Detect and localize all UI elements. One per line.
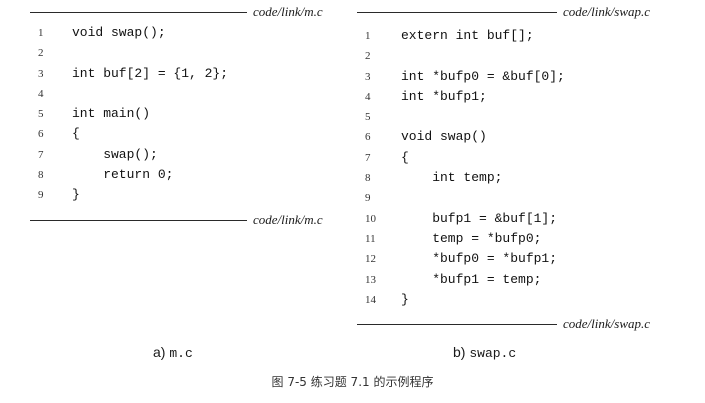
left-top-rule — [30, 12, 247, 13]
code-line: 7{ — [365, 148, 695, 168]
code-text: int buf[2] = {1, 2}; — [72, 65, 229, 81]
code-line: 1 extern int buf[]; — [365, 26, 695, 46]
code-line: 7 swap(); — [38, 145, 338, 165]
code-line: 4 int *bufp1; — [365, 87, 695, 107]
code-line: 8 return 0; — [38, 165, 338, 185]
left-subcaption-prefix: a) — [153, 344, 166, 360]
code-text: int main() — [72, 106, 151, 122]
figure-caption: 图 7-5 练习题 7.1 的示例程序 — [271, 375, 434, 389]
code-line: 14} — [365, 290, 695, 310]
left-subcaption-file: m.c — [169, 346, 193, 361]
code-line: 13 *bufp1 = temp; — [365, 270, 695, 290]
code-text: int *bufp1; — [401, 88, 487, 104]
code-line: 10 bufp1 = &buf[1]; — [365, 209, 695, 229]
line-number: 4 — [38, 87, 44, 100]
code-line: 2 — [365, 46, 695, 66]
line-number: 9 — [365, 192, 371, 205]
code-line: 9} — [38, 185, 338, 205]
code-text: { — [72, 126, 80, 142]
right-top-rule — [357, 12, 557, 13]
line-number: 2 — [38, 47, 44, 60]
code-text: *bufp0 = *bufp1; — [401, 251, 558, 267]
code-text: int temp; — [401, 170, 503, 186]
code-line: 2 — [38, 43, 338, 63]
line-number: 5 — [365, 111, 371, 124]
left-bottom-rule — [30, 220, 247, 221]
right-filename-bottom: code/link/swap.c — [563, 316, 651, 331]
code-text: extern int buf[]; — [401, 28, 534, 43]
code-text: bufp1 = &buf[1]; — [401, 210, 558, 226]
line-number: 5 — [38, 108, 44, 121]
left-code-block: 1 void swap(); 2 3 int buf[2] = {1, 2}; 4 … — [38, 23, 338, 206]
code-text: } — [72, 187, 80, 203]
code-line: 9 — [365, 188, 695, 208]
right-code-block: 1 extern int buf[]; 2 3 int *bufp0 = &buf[… — [365, 26, 695, 310]
code-line: 5 int main() — [38, 104, 338, 124]
line-number: 14 — [365, 293, 376, 306]
code-text: { — [401, 149, 409, 165]
line-number: 6 — [38, 128, 44, 141]
line-number: 2 — [365, 50, 371, 63]
line-number: 7 — [38, 148, 44, 161]
code-line: 5 — [365, 107, 695, 127]
code-text: temp = *bufp0; — [401, 230, 542, 246]
code-line: 4 — [38, 84, 338, 104]
line-number: 7 — [365, 151, 371, 164]
right-subcaption-prefix: b) — [453, 344, 466, 360]
left-subcaption: a) m.c — [153, 343, 193, 363]
line-number: 12 — [365, 253, 376, 266]
line-number: 3 — [38, 67, 44, 80]
right-subcaption: b) swap.c — [453, 343, 516, 363]
code-line: 6 void swap() — [365, 127, 695, 147]
left-filename-bottom: code/link/m.c — [253, 212, 323, 227]
code-text: void swap(); — [72, 25, 166, 40]
code-line: 1 void swap(); — [38, 23, 338, 43]
code-line: 8 int temp; — [365, 168, 695, 188]
left-filename-top: code/link/m.c — [253, 4, 323, 19]
code-line: 3 int buf[2] = {1, 2}; — [38, 64, 338, 84]
line-number: 6 — [365, 131, 371, 144]
line-number: 13 — [365, 273, 376, 286]
code-line: 11 temp = *bufp0; — [365, 229, 695, 249]
code-text: return 0; — [72, 167, 174, 183]
line-number: 1 — [365, 30, 371, 42]
code-line: 3 int *bufp0 = &buf[0]; — [365, 67, 695, 87]
code-text: *bufp1 = temp; — [401, 271, 542, 287]
line-number: 3 — [365, 70, 371, 83]
code-line: 12 *bufp0 = *bufp1; — [365, 249, 695, 269]
right-filename-top: code/link/swap.c — [563, 4, 651, 19]
line-number: 1 — [38, 27, 44, 39]
code-text: void swap() — [401, 129, 487, 145]
code-text: } — [401, 291, 409, 307]
line-number: 11 — [365, 232, 376, 245]
line-number: 9 — [38, 189, 44, 202]
line-number: 8 — [38, 169, 44, 182]
code-text: swap(); — [72, 146, 158, 162]
right-bottom-rule — [357, 324, 557, 325]
code-line: 6{ — [38, 124, 338, 144]
line-number: 4 — [365, 90, 371, 103]
code-text: int *bufp0 = &buf[0]; — [401, 68, 565, 84]
line-number: 10 — [365, 212, 376, 225]
right-subcaption-file: swap.c — [469, 346, 517, 361]
line-number: 8 — [365, 172, 371, 185]
